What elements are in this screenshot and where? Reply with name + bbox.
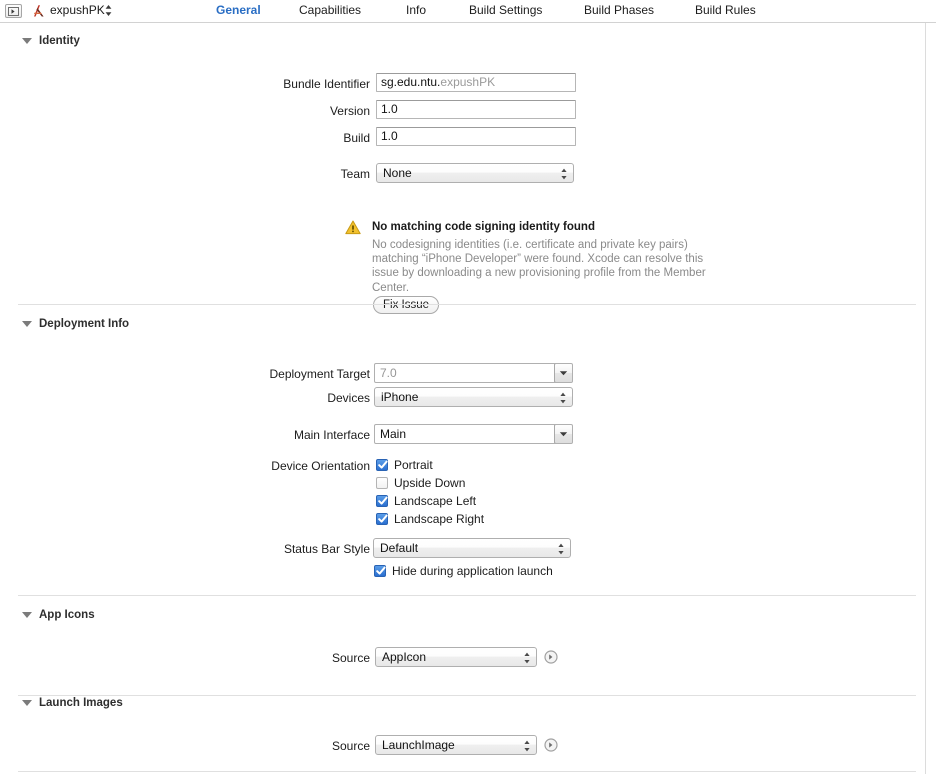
- tab-build-rules[interactable]: Build Rules: [695, 3, 756, 17]
- device-orientation-label: Device Orientation: [271, 459, 370, 473]
- checkbox-landscape-left[interactable]: Landscape Left: [376, 494, 476, 508]
- launch-images-source-popup-button[interactable]: LaunchImage: [375, 735, 537, 755]
- section-title-launch-images: Launch Images: [39, 697, 123, 709]
- main-interface-label: Main Interface: [293, 428, 370, 442]
- xcode-target-icon: [30, 2, 48, 20]
- checkbox-label: Portrait: [394, 458, 433, 472]
- checkbox-landscape-right[interactable]: Landscape Right: [376, 512, 484, 526]
- tab-general[interactable]: General: [216, 3, 261, 17]
- section-divider-app-icons: [18, 695, 916, 696]
- warning-triangle-icon: [345, 220, 361, 235]
- team-label: Team: [340, 167, 370, 181]
- disclosure-triangle-icon: [22, 612, 32, 618]
- disclosure-triangle-icon: [22, 38, 32, 44]
- checkbox-upside-down[interactable]: Upside Down: [376, 476, 465, 490]
- popup-stepper-icon: [523, 651, 531, 665]
- deployment-target-label: Deployment Target: [269, 367, 371, 381]
- project-editor-tabbar: expushPK General Capabilities Info Build…: [0, 0, 936, 23]
- deployment-target-combo[interactable]: 7.0: [374, 363, 573, 383]
- bundle-identifier-input[interactable]: sg.edu.ntu.expushPK: [376, 73, 576, 92]
- section-header-launch-images[interactable]: Launch Images: [22, 697, 123, 709]
- fix-issue-button[interactable]: Fix Issue: [373, 296, 440, 314]
- checkbox-box: [376, 459, 388, 471]
- devices-label: Devices: [327, 391, 370, 405]
- section-divider-launch-images: [18, 771, 916, 772]
- devices-popup-value: iPhone: [381, 390, 419, 404]
- chevron-down-icon[interactable]: [554, 425, 572, 443]
- tab-capabilities[interactable]: Capabilities: [299, 3, 361, 17]
- codesign-warning-title: No matching code signing identity found: [372, 221, 595, 233]
- tab-info[interactable]: Info: [406, 3, 426, 17]
- section-title-identity: Identity: [39, 35, 80, 47]
- section-divider-identity: [18, 304, 916, 305]
- xcode-project-editor: expushPK General Capabilities Info Build…: [0, 0, 936, 774]
- status-bar-style-popup-button[interactable]: Default: [373, 538, 571, 558]
- tab-build-phases[interactable]: Build Phases: [584, 3, 654, 17]
- disclosure-triangle-icon: [22, 700, 32, 706]
- popup-stepper-icon: [559, 391, 567, 405]
- popup-stepper-icon: [557, 542, 565, 556]
- app-icons-reveal-button[interactable]: [544, 650, 558, 664]
- app-icons-source-value: AppIcon: [382, 650, 427, 664]
- bundle-identifier-prefix: sg.edu.ntu.: [381, 75, 441, 89]
- team-popup-button[interactable]: None: [376, 163, 574, 183]
- launch-images-source-value: LaunchImage: [382, 738, 455, 752]
- section-title-app-icons: App Icons: [39, 609, 95, 621]
- bundle-identifier-label: Bundle Identifier: [283, 77, 370, 91]
- devices-popup-button[interactable]: iPhone: [374, 387, 573, 407]
- launch-images-reveal-button[interactable]: [544, 738, 558, 752]
- section-header-deployment-info[interactable]: Deployment Info: [22, 318, 129, 330]
- project-editor-content: Identity Bundle Identifier sg.edu.ntu.ex…: [0, 23, 926, 774]
- app-icons-source-popup-button[interactable]: AppIcon: [375, 647, 537, 667]
- section-header-app-icons[interactable]: App Icons: [22, 609, 95, 621]
- codesign-warning-body: No codesigning identities (i.e. certific…: [372, 239, 706, 294]
- main-interface-value: Main: [380, 427, 407, 441]
- launch-images-source-label: Source: [331, 739, 370, 753]
- checkbox-label: Landscape Right: [394, 512, 485, 526]
- popup-stepper-icon: [560, 167, 568, 181]
- deployment-target-value: 7.0: [380, 366, 397, 380]
- bundle-identifier-suffix: expushPK: [440, 75, 496, 89]
- build-input[interactable]: 1.0: [376, 127, 576, 146]
- version-label: Version: [329, 104, 370, 118]
- popup-stepper-icon: [523, 739, 531, 753]
- version-input[interactable]: 1.0: [376, 100, 576, 119]
- checkbox-label: Landscape Left: [394, 494, 477, 508]
- chevron-down-icon[interactable]: [554, 364, 572, 382]
- checkbox-label: Hide during application launch: [392, 564, 553, 578]
- checkbox-portrait[interactable]: Portrait: [376, 458, 433, 472]
- main-interface-combo[interactable]: Main: [374, 424, 573, 444]
- team-popup-value: None: [383, 166, 412, 180]
- navigator-toggle-icon: [8, 6, 19, 16]
- disclosure-triangle-icon: [22, 321, 32, 327]
- project-name-label: expushPK: [50, 3, 105, 17]
- checkbox-box: [376, 513, 388, 525]
- checkbox-box: [376, 477, 388, 489]
- checkbox-box: [376, 495, 388, 507]
- status-bar-style-value: Default: [380, 541, 419, 555]
- checkbox-label: Upside Down: [394, 476, 466, 490]
- section-title-deployment-info: Deployment Info: [39, 318, 130, 330]
- section-divider-deployment-info: [18, 595, 916, 596]
- project-chooser-stepper[interactable]: [104, 3, 113, 18]
- tab-build-settings[interactable]: Build Settings: [469, 3, 542, 17]
- status-bar-style-label: Status Bar Style: [283, 542, 370, 556]
- build-label: Build: [343, 131, 370, 145]
- navigator-toggle-button[interactable]: [5, 4, 22, 18]
- section-header-identity[interactable]: Identity: [22, 35, 80, 47]
- checkbox-hide-status-bar[interactable]: Hide during application launch: [374, 564, 553, 578]
- app-icons-source-label: Source: [331, 651, 370, 665]
- checkbox-box: [374, 565, 386, 577]
